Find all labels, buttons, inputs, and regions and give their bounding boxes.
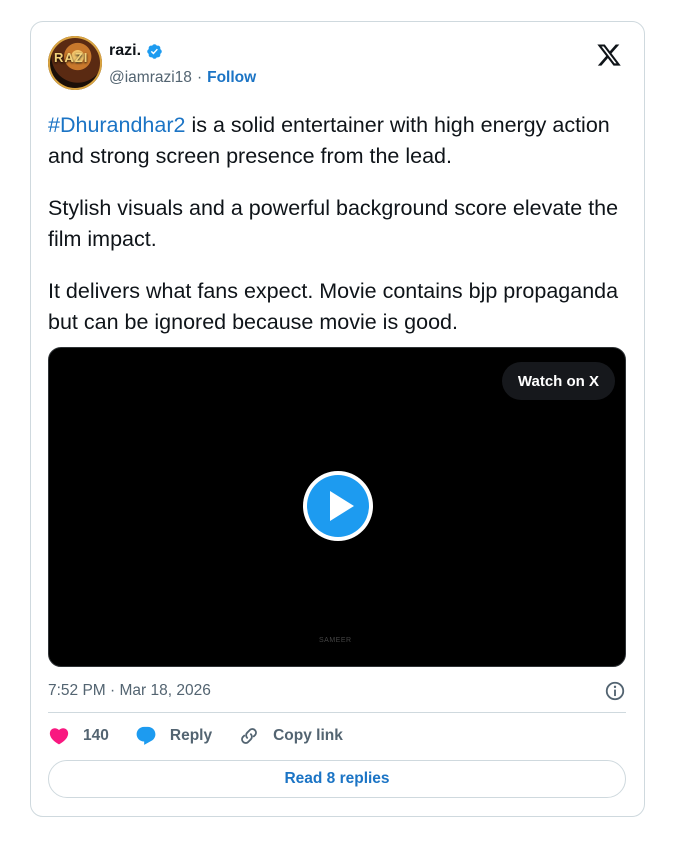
like-count: 140 (83, 727, 109, 744)
heart-icon (49, 728, 69, 745)
reply-label: Reply (169, 727, 213, 744)
tweet-paragraph-2: Stylish visuals and a powerful backgroun… (48, 196, 619, 251)
like-button[interactable]: 140 (48, 725, 109, 747)
tweet-timestamp[interactable]: 7:52 PM · Mar 18, 2026 (48, 682, 211, 700)
x-logo-icon[interactable] (596, 42, 622, 68)
watch-on-x-button[interactable]: Watch on X (501, 362, 615, 400)
author-name-row: razi. (109, 42, 163, 60)
reply-button[interactable]: Reply (135, 725, 212, 747)
info-icon[interactable] (604, 680, 626, 702)
avatar[interactable]: RAZI (48, 36, 102, 90)
video-watermark: SAMEER (319, 637, 352, 644)
verified-badge-icon (147, 43, 162, 59)
tweet-paragraph-1: #Dhurandhar2 is a solid entertainer with… (48, 110, 628, 172)
read-replies-button[interactable]: Read 8 replies (48, 760, 626, 798)
link-icon (241, 728, 257, 744)
author-handle[interactable]: @iamrazi18 (109, 69, 192, 87)
divider (48, 712, 626, 713)
play-icon[interactable] (301, 469, 375, 543)
separator-dot: · (196, 69, 203, 86)
reply-bubble-icon (136, 726, 156, 745)
video-player[interactable]: Watch on X SAMEER (48, 347, 626, 667)
copy-link-label: Copy link (273, 727, 343, 744)
timestamp-row: 7:52 PM · Mar 18, 2026 (48, 680, 626, 702)
follow-button[interactable]: Follow (207, 69, 256, 87)
tweet-paragraph-3: It delivers what fans expect. Movie cont… (48, 279, 619, 334)
avatar-text: RAZI (54, 50, 89, 65)
copy-link-button[interactable]: Copy link (238, 725, 343, 747)
author-name[interactable]: razi. (109, 42, 141, 60)
hashtag-link[interactable]: #Dhurandhar2 (48, 113, 185, 137)
action-bar: 140 Reply Copy link (48, 725, 369, 747)
tweet-text: #Dhurandhar2 is a solid entertainer with… (48, 110, 628, 338)
tweet-card: RAZI razi. @iamrazi18 · Follow #Dhurandh… (30, 21, 645, 817)
author-handle-row: @iamrazi18 · Follow (109, 69, 256, 87)
